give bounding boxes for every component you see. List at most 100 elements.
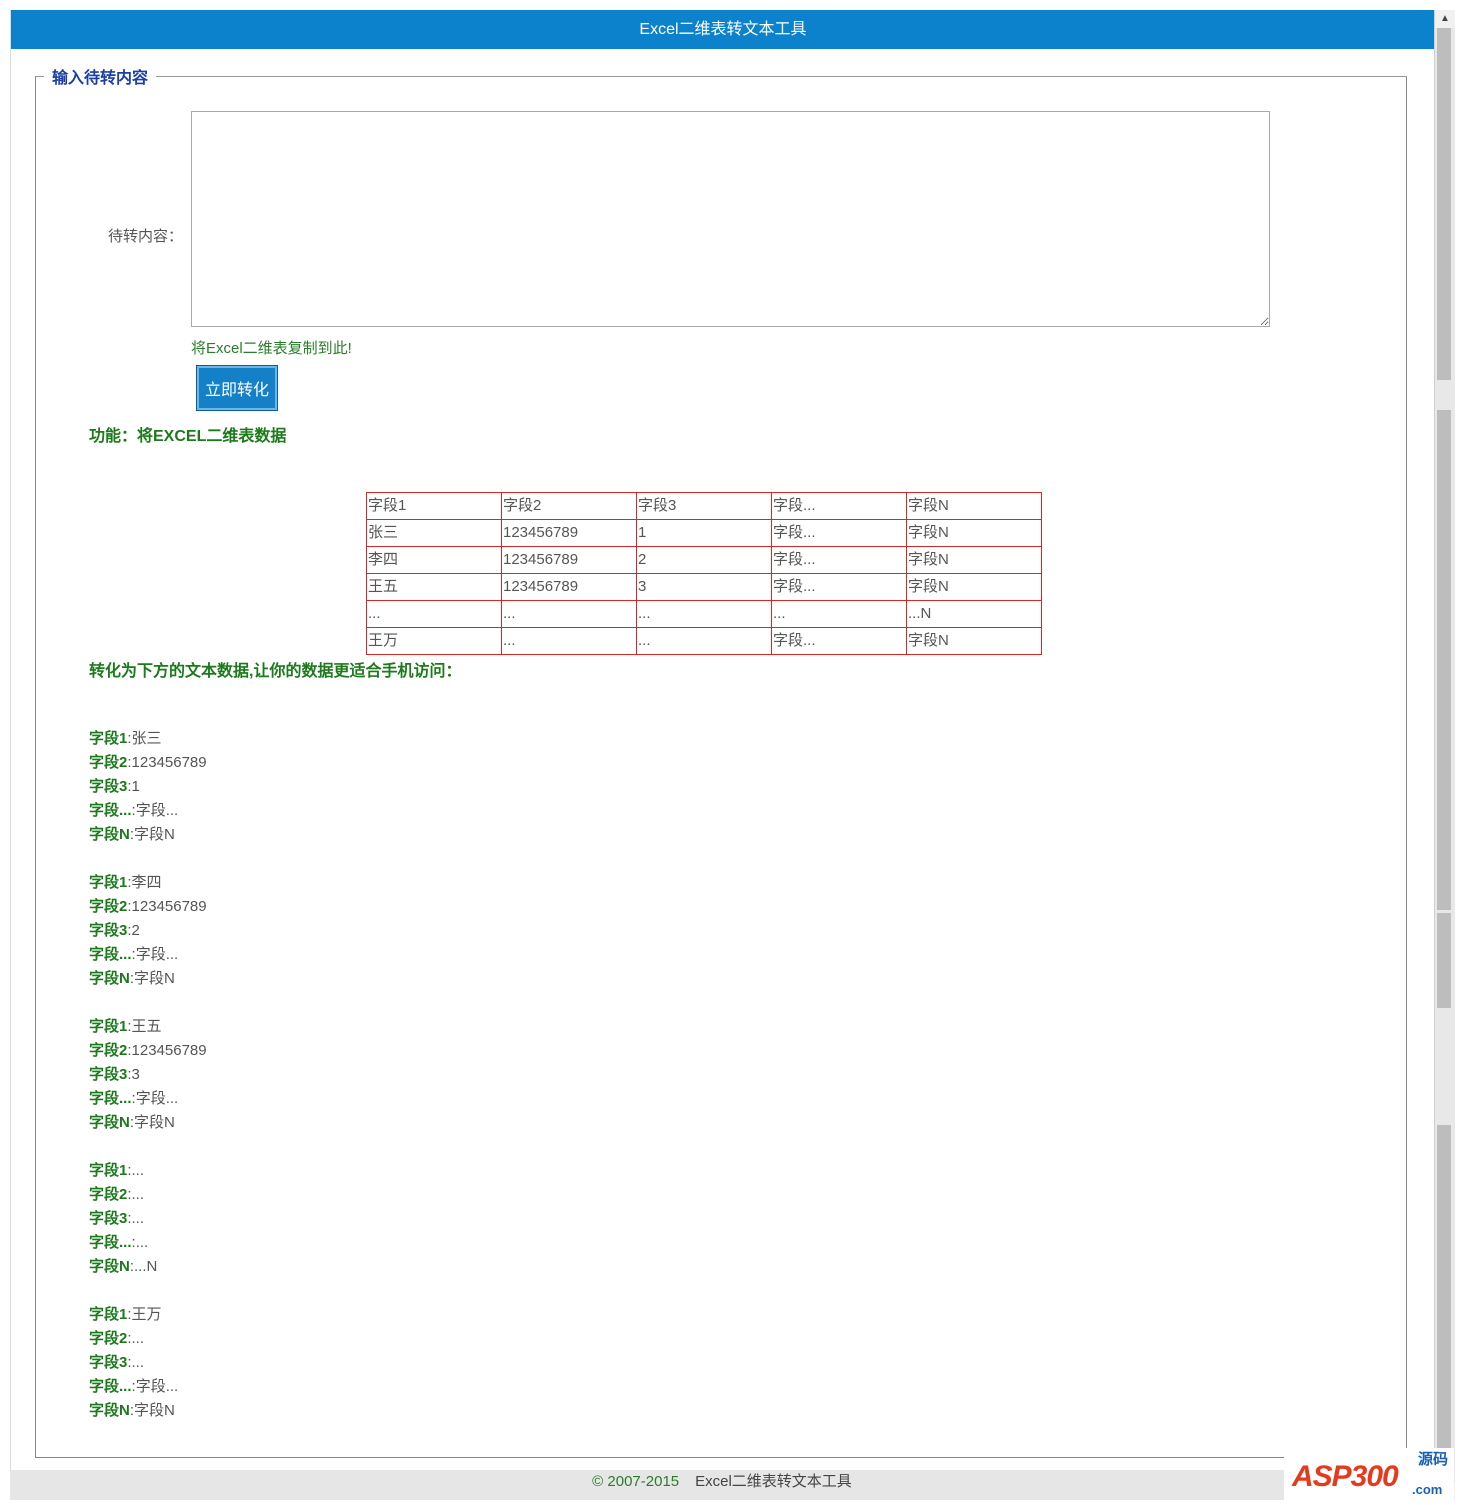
record-field: 字段3:1	[89, 775, 207, 799]
record-field: 字段N:字段N	[89, 967, 207, 991]
record-field: 字段2:...	[89, 1327, 207, 1351]
record-field: 字段1:王五	[89, 1015, 207, 1039]
field-name: 字段N	[89, 1402, 130, 1419]
table-cell: 字段1	[366, 492, 502, 520]
field-value: ...	[131, 1330, 145, 1347]
table-row: 字段1 字段2 字段3 字段... 字段N	[366, 492, 1042, 520]
window-title: Excel二维表转文本工具	[11, 10, 1435, 49]
field-value: ...	[131, 1354, 145, 1371]
record-field: 字段2:123456789	[89, 751, 207, 775]
field-name: 字段2	[89, 1186, 128, 1203]
table-cell: 字段N	[906, 492, 1042, 520]
footer: © 2007-2015 Excel二维表转文本工具	[10, 1470, 1434, 1500]
table-cell: 123456789	[501, 573, 637, 601]
field-name: 字段3	[89, 1210, 128, 1227]
scrollbar-track-segment	[1437, 410, 1451, 910]
watermark-logo: ASP300	[1292, 1460, 1399, 1493]
table-row: 王万...... 字段... 字段N	[366, 627, 1042, 655]
record-field: 字段...:字段...	[89, 943, 207, 967]
table-cell: 字段N	[906, 546, 1042, 574]
record-field: 字段3:...	[89, 1351, 207, 1375]
table-cell: ...	[501, 600, 637, 628]
field-name: 字段N	[89, 1258, 130, 1275]
table-cell: 1	[636, 519, 772, 547]
field-value: ...	[135, 1234, 149, 1251]
field-value: 字段N	[134, 826, 175, 843]
scrollbar-thumb[interactable]	[1437, 28, 1451, 380]
field-value: ...	[131, 1162, 145, 1179]
table-cell: 字段3	[636, 492, 772, 520]
table-cell: 123456789	[501, 546, 637, 574]
field-name: 字段3	[89, 922, 128, 939]
field-name: 字段3	[89, 1354, 128, 1371]
record-field: 字段...:字段...	[89, 1375, 207, 1399]
record-field: 字段2:123456789	[89, 1039, 207, 1063]
table-cell: 字段...	[771, 573, 907, 601]
field-value: ...N	[134, 1258, 158, 1275]
field-value: 王万	[131, 1306, 162, 1323]
table-cell: 张三	[366, 519, 502, 547]
watermark-tag: 源码	[1418, 1451, 1449, 1468]
table-cell: 3	[636, 573, 772, 601]
field-value: 字段N	[134, 1114, 175, 1131]
record-field: 字段...:字段...	[89, 799, 207, 823]
footer-title: Excel二维表转文本工具	[695, 1473, 852, 1490]
record-block: 字段1:... 字段2:... 字段3:... 字段...:... 字段N:...N	[89, 1159, 207, 1279]
fieldset-legend: 输入待转内容	[52, 70, 149, 87]
field-name: 字段1	[89, 1306, 128, 1323]
conversion-description: 转化为下方的文本数据,让你的数据更适合手机访问：	[89, 663, 462, 680]
field-name: 字段1	[89, 1018, 128, 1035]
table-cell: 字段...	[771, 492, 907, 520]
field-value: 字段...	[135, 802, 179, 819]
field-name: 字段...	[89, 802, 132, 819]
scrollbar-track-segment	[1437, 913, 1451, 1008]
record-field: 字段N:字段N	[89, 1111, 207, 1135]
source-textarea[interactable]	[191, 111, 1270, 327]
field-name: 字段N	[89, 970, 130, 987]
table-cell: ...	[636, 627, 772, 655]
table-cell: 李四	[366, 546, 502, 574]
table-row: ............ ...N	[366, 600, 1042, 628]
field-name: 字段1	[89, 730, 128, 747]
footer-copyright: © 2007-2015	[592, 1473, 680, 1490]
convert-button[interactable]: 立即转化	[196, 365, 278, 411]
field-value: 张三	[131, 730, 162, 747]
record-block: 字段1:王万 字段2:... 字段3:... 字段...:字段... 字段N:字段N	[89, 1303, 207, 1423]
table-cell: 字段...	[771, 546, 907, 574]
field-value: 2	[131, 922, 140, 939]
field-name: 字段2	[89, 1330, 128, 1347]
record-field: 字段N:字段N	[89, 823, 207, 847]
field-value: 123456789	[131, 898, 207, 915]
table-cell: ...	[771, 600, 907, 628]
source-input-label: 待转内容：	[108, 228, 184, 245]
field-value: 字段...	[135, 1090, 179, 1107]
converted-records: 字段1:张三 字段2:123456789 字段3:1 字段...:字段... 字段N:字…	[89, 727, 207, 1447]
field-name: 字段2	[89, 1042, 128, 1059]
table-cell: 字段N	[906, 573, 1042, 601]
table-cell: ...	[501, 627, 637, 655]
field-value: 李四	[131, 874, 162, 891]
scroll-up-icon[interactable]: ▲	[1435, 10, 1455, 28]
field-name: 字段N	[89, 1114, 130, 1131]
field-name: 字段3	[89, 778, 128, 795]
record-field: 字段3:3	[89, 1063, 207, 1087]
asp300-watermark: ASP300 源码 .com	[1284, 1448, 1454, 1503]
table-cell: 字段N	[906, 519, 1042, 547]
record-field: 字段1:...	[89, 1159, 207, 1183]
vertical-scrollbar[interactable]: ▲ ▼	[1434, 10, 1455, 1500]
field-name: 字段3	[89, 1066, 128, 1083]
record-field: 字段2:123456789	[89, 895, 207, 919]
record-field: 字段2:...	[89, 1183, 207, 1207]
table-cell: ...	[366, 600, 502, 628]
field-value: ...	[131, 1210, 145, 1227]
table-cell: ...	[636, 600, 772, 628]
table-cell: 字段2	[501, 492, 637, 520]
record-field: 字段1:李四	[89, 871, 207, 895]
table-cell: 字段...	[771, 519, 907, 547]
table-cell: ...N	[906, 600, 1042, 628]
feature-description: 功能：将EXCEL二维表数据	[89, 428, 287, 445]
record-field: 字段N:...N	[89, 1255, 207, 1279]
field-name: 字段...	[89, 1234, 132, 1251]
record-block: 字段1:李四 字段2:123456789 字段3:2 字段...:字段... 字段N:字…	[89, 871, 207, 991]
field-value: ...	[131, 1186, 145, 1203]
